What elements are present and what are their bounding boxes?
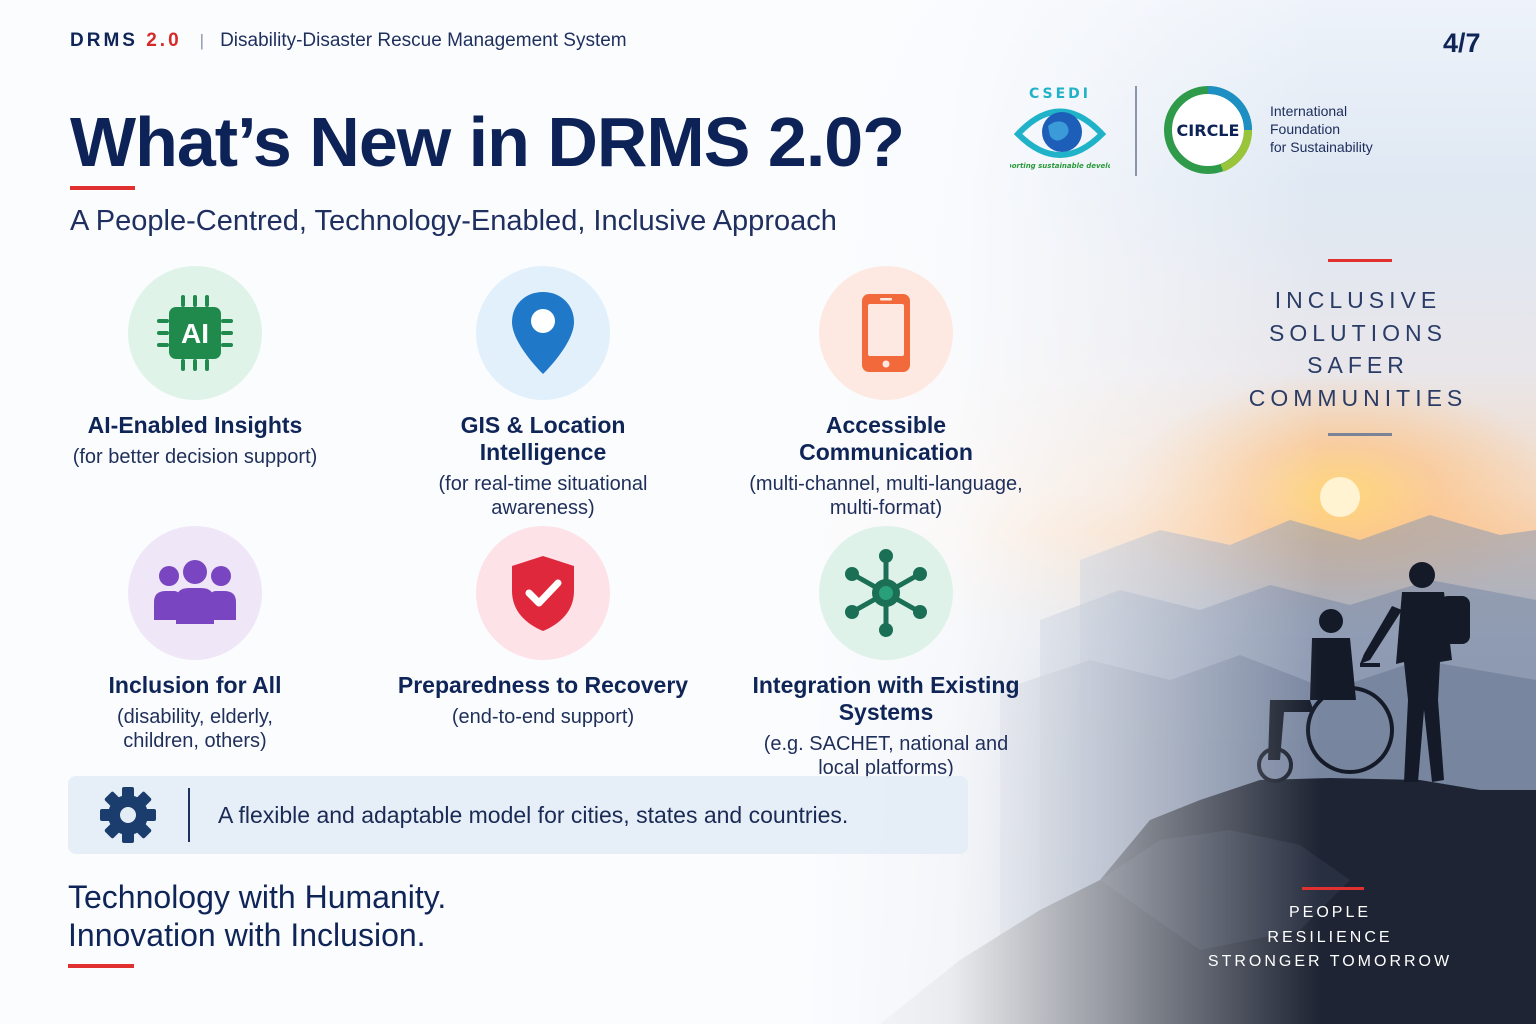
feature-icon-circle bbox=[819, 526, 953, 660]
right-grey-rule bbox=[1328, 433, 1392, 436]
right-footer-slogan: PEOPLE RESILIENCE STRONGER TOMORROW bbox=[1180, 901, 1480, 975]
right-top-rule bbox=[1328, 259, 1392, 262]
csedi-letters: CSEDI bbox=[1029, 86, 1091, 102]
group-people-icon bbox=[154, 560, 236, 624]
feature-ai-insights: AI AI-Enabled Insights (for better decis… bbox=[25, 266, 365, 469]
footer-slogan-line: STRONGER TOMORROW bbox=[1207, 953, 1453, 970]
logo-divider bbox=[1135, 86, 1137, 176]
footer-slogan-line: RESILIENCE bbox=[1267, 928, 1393, 946]
smartphone-icon bbox=[862, 294, 910, 372]
closing-statement: Technology with Humanity. Innovation wit… bbox=[68, 878, 446, 954]
slogan-line: SAFER bbox=[1307, 352, 1409, 378]
page-indicator: 4/7 bbox=[1443, 28, 1481, 58]
map-pin-icon bbox=[512, 292, 574, 374]
closing-line-1: Technology with Humanity. bbox=[68, 879, 447, 915]
feature-description: (disability, elderly, children, others) bbox=[117, 706, 273, 752]
feature-description: (end-to-end support) bbox=[451, 706, 635, 728]
feature-icon-circle bbox=[128, 526, 262, 660]
foundation-line-2: Foundation bbox=[1270, 121, 1341, 137]
ai-chip-label: AI bbox=[181, 318, 209, 349]
feature-description: (for better decision support) bbox=[72, 446, 318, 468]
header-separator: | bbox=[199, 31, 205, 50]
feature-title: Accessible Communication bbox=[799, 412, 973, 465]
feature-icon-circle bbox=[476, 266, 610, 400]
foundation-line-3: for Sustainability bbox=[1270, 139, 1373, 155]
feature-title: Inclusion for All bbox=[108, 672, 282, 698]
page-title: What’s New in DRMS 2.0? bbox=[70, 103, 905, 181]
brand-wordmark: DRMS 2.0 bbox=[70, 30, 182, 52]
gear-icon-wrap bbox=[68, 785, 188, 845]
tagline: A People-Centred, Technology-Enabled, In… bbox=[70, 205, 837, 237]
foundation-name: International Foundation for Sustainabil… bbox=[1270, 102, 1373, 156]
feature-title: GIS & Location Intelligence bbox=[460, 412, 626, 465]
brand-name: DRMS bbox=[70, 30, 138, 51]
feature-inclusion: Inclusion for All (disability, elderly, … bbox=[25, 526, 365, 753]
feature-description: (for real-time situational awareness) bbox=[438, 473, 648, 519]
feature-icon-circle: AI bbox=[128, 266, 262, 400]
feature-description: (multi-channel, multi-language, multi-fo… bbox=[749, 473, 1023, 519]
feature-integration: Integration with Existing Systems (e.g. … bbox=[716, 526, 1056, 780]
ai-chip-icon: AI bbox=[157, 295, 233, 371]
info-banner: A flexible and adaptable model for citie… bbox=[68, 776, 968, 854]
right-bottom-rule bbox=[1302, 887, 1364, 890]
gear-icon bbox=[100, 787, 156, 843]
slogan-line: INCLUSIVE bbox=[1274, 287, 1442, 313]
circle-logo-text: CIRCLE bbox=[1177, 121, 1240, 140]
banner-divider bbox=[188, 788, 190, 842]
slogan-line: COMMUNITIES bbox=[1248, 384, 1468, 411]
network-hub-icon bbox=[845, 549, 927, 637]
feature-title: AI-Enabled Insights bbox=[87, 412, 303, 438]
feature-preparedness: Preparedness to Recovery (end-to-end sup… bbox=[373, 526, 713, 729]
right-slogan: INCLUSIVE SOLUTIONS SAFER COMMUNITIES bbox=[1218, 284, 1498, 414]
partner-logos: CSEDI ... supporting sustainable develop… bbox=[1010, 84, 1410, 179]
banner-text: A flexible and adaptable model for citie… bbox=[218, 801, 849, 828]
system-name: Disability-Disaster Rescue Management Sy… bbox=[220, 30, 627, 51]
csedi-logo: CSEDI ... supporting sustainable develop… bbox=[1010, 86, 1110, 170]
brand-version: 2.0 bbox=[146, 30, 182, 51]
feature-accessible-communication: Accessible Communication (multi-channel,… bbox=[716, 266, 1056, 520]
csedi-caption: ... supporting sustainable development bbox=[1010, 162, 1110, 170]
shield-check-icon bbox=[512, 556, 574, 631]
circle-logo: CIRCLE bbox=[1164, 86, 1253, 174]
top-bar: DRMS 2.0 | Disability-Disaster Rescue Ma… bbox=[70, 30, 627, 52]
slogan-line: SOLUTIONS bbox=[1269, 319, 1447, 346]
closing-line-2: Innovation with Inclusion. bbox=[68, 917, 426, 953]
footer-slogan-line: PEOPLE bbox=[1288, 904, 1372, 921]
title-underline bbox=[70, 186, 135, 190]
feature-title: Preparedness to Recovery bbox=[397, 672, 689, 698]
foundation-line-1: International bbox=[1270, 103, 1348, 119]
closing-underline bbox=[68, 964, 134, 968]
feature-icon-circle bbox=[476, 526, 610, 660]
feature-icon-circle bbox=[819, 266, 953, 400]
feature-gis: GIS & Location Intelligence (for real-ti… bbox=[373, 266, 713, 520]
feature-description: (e.g. SACHET, national and local platfor… bbox=[763, 733, 1009, 779]
feature-title: Integration with Existing Systems bbox=[752, 672, 1020, 725]
